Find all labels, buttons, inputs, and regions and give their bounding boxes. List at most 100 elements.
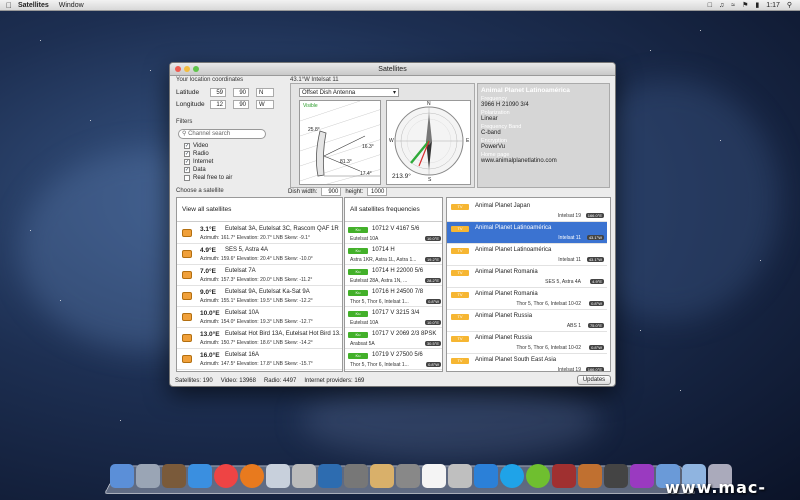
orbital-position-badge: 0.8°W xyxy=(426,362,441,367)
view-all-satellites[interactable]: View all satellites xyxy=(177,198,342,222)
frequency-row[interactable]: Ku 10716 H 24500 7/8 Thor 5, Thor 6, Intel… xyxy=(345,286,442,307)
movie-icon[interactable] xyxy=(630,464,654,488)
chrome-icon[interactable] xyxy=(214,464,238,488)
longitude-direction-select[interactable]: W xyxy=(256,100,274,109)
menu-extras: □ ♫ ≈ ⚑ ▮ 1:17 ⚲ xyxy=(708,1,800,10)
checkbox-data[interactable]: ✓ xyxy=(184,167,190,173)
longitude-row: Longitude 12 90 W xyxy=(176,100,274,109)
photo-icon[interactable] xyxy=(552,464,576,488)
frequency-row[interactable]: Ku 10717 V 3215 3/4 Eutelsat 10A 10.0°E xyxy=(345,307,442,328)
flag-icon[interactable]: ⚑ xyxy=(742,1,748,9)
channel-row[interactable]: TV Animal Planet Japan Intelsat 19 166.0°E xyxy=(447,200,607,222)
satellite-position: 3.1°E xyxy=(200,226,216,233)
angle-label-3: 17.4° xyxy=(360,171,372,177)
frequency-row[interactable]: Ku 10714 H 22000 5/6 Eutelsat 28A, Astra 1… xyxy=(345,265,442,286)
minimize-button[interactable] xyxy=(184,66,190,72)
spotlight-icon[interactable]: ⚲ xyxy=(787,1,792,9)
satellite-row[interactable]: 4.9°E SES 5, Astra 4A Azimuth: 159.6° Elev… xyxy=(177,244,342,265)
itunes-icon[interactable] xyxy=(474,464,498,488)
latitude-direction-select[interactable]: N xyxy=(256,88,274,97)
longitude-degrees-field[interactable]: 12 xyxy=(210,100,226,109)
satellite-row[interactable]: 7.0°E Eutelsat 7A Azimuth: 157.3° Elevatio… xyxy=(177,265,342,286)
frequency-row[interactable]: Ku 10714 H Astra 1KR, Astra 1L, Astra 1...… xyxy=(345,244,442,265)
latitude-degrees-field[interactable]: 59 xyxy=(210,88,226,97)
orbital-position-badge: 10.0°E xyxy=(424,320,441,325)
satellite-details: Azimuth: 154.0° Elevation: 19.3° LNB Ske… xyxy=(200,319,313,325)
volume-icon[interactable]: ♫ xyxy=(719,2,724,9)
checkbox-internet[interactable]: ✓ xyxy=(184,159,190,165)
contacts-icon[interactable] xyxy=(370,464,394,488)
frequency-value: 10714 H xyxy=(372,247,395,253)
zoom-button[interactable] xyxy=(193,66,199,72)
menu-clock[interactable]: 1:17 xyxy=(766,2,780,9)
preview-icon[interactable] xyxy=(292,464,316,488)
dropbox-icon[interactable]: □ xyxy=(708,2,712,9)
calendar-icon[interactable] xyxy=(422,464,446,488)
facetime-icon[interactable] xyxy=(396,464,420,488)
homepage-link[interactable]: www.animalplanetlatino.com xyxy=(481,158,606,164)
latitude-minutes-field[interactable]: 90 xyxy=(233,88,249,97)
menu-bar:  Satellites Window □ ♫ ≈ ⚑ ▮ 1:17 ⚲ xyxy=(0,0,800,11)
filter-internet[interactable]: ✓ Internet xyxy=(184,159,213,165)
checkbox-video[interactable]: ✓ xyxy=(184,143,190,149)
filter-real-fta[interactable]: Real free to air xyxy=(184,175,232,181)
tv-tag: TV xyxy=(451,336,469,342)
filter-data[interactable]: ✓ Data xyxy=(184,167,206,173)
filter-data-label: Data xyxy=(193,167,206,173)
photo-booth-icon[interactable] xyxy=(344,464,368,488)
skype-icon[interactable] xyxy=(500,464,524,488)
media-icon[interactable] xyxy=(578,464,602,488)
apple-menu-icon[interactable]:  xyxy=(0,1,18,10)
satellite-icon xyxy=(182,355,192,363)
dish-height-field[interactable]: 1000 xyxy=(367,187,388,196)
notes-icon[interactable] xyxy=(448,464,472,488)
wifi-icon[interactable]: ≈ xyxy=(731,2,735,9)
channel-row[interactable]: TV Animal Planet Latinoamérica Intelsat 11… xyxy=(447,244,607,266)
window-titlebar[interactable]: Satellites xyxy=(170,63,615,76)
channel-row[interactable]: TV Animal Planet Russia Thor 5, Thor 6, In… xyxy=(447,332,607,354)
all-frequencies-header[interactable]: All satellites frequencies xyxy=(345,198,442,222)
satellite-details: Azimuth: 157.3° Elevation: 20.0° LNB Ske… xyxy=(200,277,313,283)
filter-video[interactable]: ✓ Video xyxy=(184,143,208,149)
satellite-row[interactable]: 13.0°E Eutelsat Hot Bird 13A, Eutelsat Ho… xyxy=(177,328,342,349)
satellite-row[interactable]: 16.0°E Eutelsat 16A Azimuth: 147.5° Elevat… xyxy=(177,349,342,370)
checkbox-real-fta[interactable] xyxy=(184,175,190,181)
system-preferences-icon[interactable] xyxy=(604,464,628,488)
menu-app-name[interactable]: Satellites xyxy=(18,2,49,9)
channel-row[interactable]: TV Animal Planet South East Asia Intelsat … xyxy=(447,354,607,371)
utorrent-icon[interactable] xyxy=(526,464,550,488)
safari-icon[interactable] xyxy=(318,464,342,488)
firefox-icon[interactable] xyxy=(240,464,264,488)
frequency-satellites: Eutelsat 10A xyxy=(350,236,379,242)
mail-icon[interactable] xyxy=(266,464,290,488)
channel-search-input[interactable]: ⚲ Channel search xyxy=(178,129,266,139)
menu-window[interactable]: Window xyxy=(59,2,84,9)
frequency-row[interactable]: Ku 10712 V 4167 5/6 Eutelsat 10A 10.0°E xyxy=(345,223,442,244)
frequency-row[interactable]: Ku 10719 V 27500 5/6 Thor 5, Thor 6, Intel… xyxy=(345,349,442,370)
close-button[interactable] xyxy=(175,66,181,72)
longitude-minutes-field[interactable]: 90 xyxy=(233,100,249,109)
satellite-row[interactable]: 3.1°E Eutelsat 3A, Eutelsat 3C, Rascom QA… xyxy=(177,223,342,244)
checkbox-radio[interactable]: ✓ xyxy=(184,151,190,157)
mission-control-icon[interactable] xyxy=(162,464,186,488)
channel-satellite: ABS 1 xyxy=(566,323,581,329)
channel-satellite: Thor 5, Thor 6, Intelsat 10-02 xyxy=(516,301,581,307)
updates-button[interactable]: Updates xyxy=(577,375,611,385)
filter-radio[interactable]: ✓ Radio xyxy=(184,151,209,157)
satellite-names: Eutelsat 16A xyxy=(225,352,260,358)
channel-row[interactable]: TV Animal Planet Romania SES 5, Astra 4A 4.… xyxy=(447,266,607,288)
satellite-details: Azimuth: 161.7° Elevation: 20.7° LNB Ske… xyxy=(200,235,310,241)
channel-row[interactable]: TV Animal Planet Russia ABS 1 75.0°E xyxy=(447,310,607,332)
satellite-row[interactable]: 10.0°E Eutelsat 10A Azimuth: 154.0° Elevat… xyxy=(177,307,342,328)
app-store-icon[interactable] xyxy=(188,464,212,488)
frequency-row[interactable]: Ku 10717 V 2069 2/3 8PSK Arabsat 5A 30.5°E xyxy=(345,328,442,349)
battery-icon[interactable]: ▮ xyxy=(755,1,759,9)
satellite-row[interactable]: 9.0°E Eutelsat 9A, Eutelsat Ka-Sat 9A Azim… xyxy=(177,286,342,307)
antenna-type-select[interactable]: Offset Dish Antenna ▾ xyxy=(299,88,399,97)
orbital-position-badge: 43.1°W xyxy=(586,257,604,262)
dish-width-field[interactable]: 900 xyxy=(321,187,342,196)
channel-row[interactable]: TV Animal Planet Latinoamérica Intelsat 11… xyxy=(447,222,607,244)
launchpad-icon[interactable] xyxy=(136,464,160,488)
finder-icon[interactable] xyxy=(110,464,134,488)
channel-row[interactable]: TV Animal Planet Romania Thor 5, Thor 6, I… xyxy=(447,288,607,310)
